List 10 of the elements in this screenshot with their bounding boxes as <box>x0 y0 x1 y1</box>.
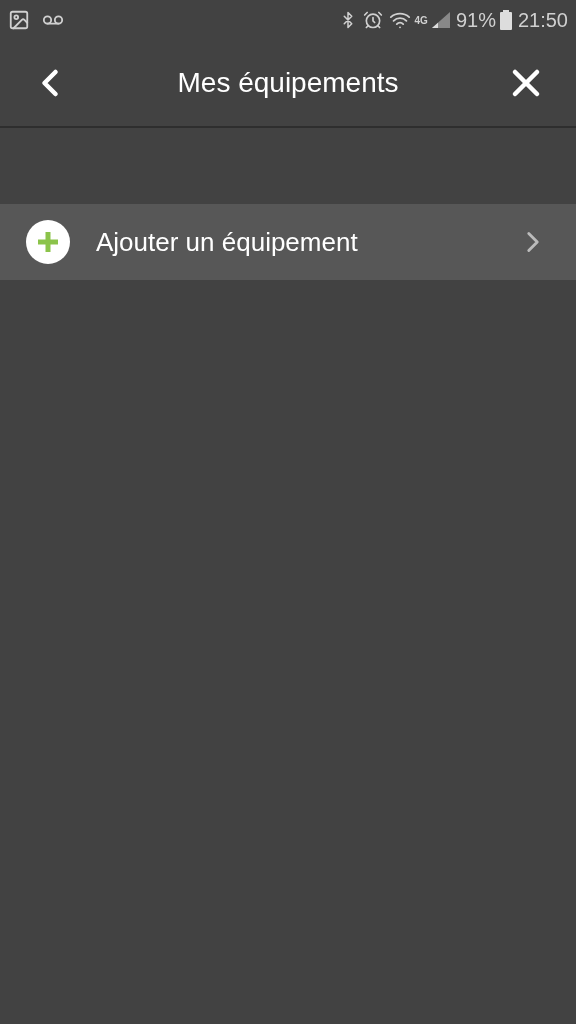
alarm-icon <box>362 10 383 30</box>
add-equipment-row[interactable]: Ajouter un équipement <box>0 204 576 280</box>
plus-icon <box>26 220 70 264</box>
network-label: 4G <box>414 13 428 28</box>
image-icon <box>8 9 30 31</box>
page-title: Mes équipements <box>177 66 399 100</box>
battery-icon <box>499 10 512 30</box>
clock: 21:50 <box>517 8 568 33</box>
signal-icon <box>431 12 450 28</box>
battery-level: 91% <box>455 8 496 33</box>
